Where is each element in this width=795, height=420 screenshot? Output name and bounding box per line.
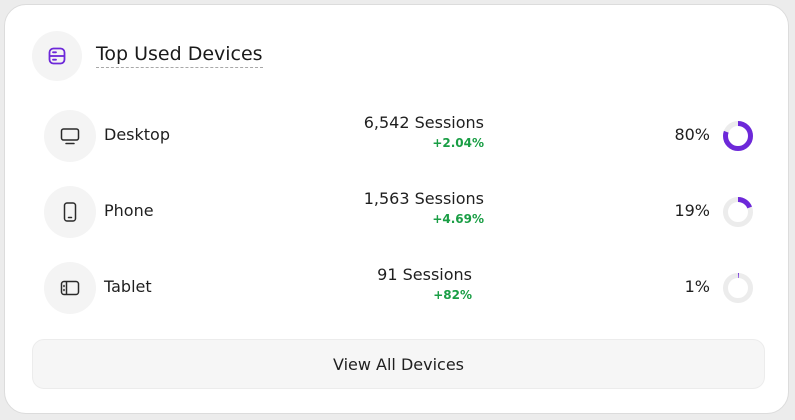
change-percent: +82% bbox=[433, 288, 472, 302]
session-count: 1,563 Sessions bbox=[363, 189, 484, 208]
device-stats: 6,542 Sessions +2.04% bbox=[364, 113, 484, 150]
change-percent: +2.04% bbox=[432, 136, 484, 150]
server-icon bbox=[32, 31, 82, 81]
device-row-tablet: Tablet 91 Sessions +82% 1% bbox=[44, 262, 754, 314]
change-percent: +4.69% bbox=[432, 212, 484, 226]
device-name: Tablet bbox=[104, 277, 152, 296]
share-donut bbox=[723, 273, 753, 303]
share-percent: 1% bbox=[684, 277, 710, 296]
view-all-devices-button[interactable]: View All Devices bbox=[32, 339, 765, 389]
monitor-icon bbox=[44, 110, 96, 162]
top-devices-card: Top Used Devices Desktop 6,542 Sessions … bbox=[4, 4, 789, 414]
share-percent: 80% bbox=[674, 125, 710, 144]
session-count: 91 Sessions bbox=[377, 265, 472, 284]
device-name: Phone bbox=[104, 201, 154, 220]
card-header: Top Used Devices bbox=[32, 31, 263, 81]
device-row-phone: Phone 1,563 Sessions +4.69% 19% bbox=[44, 186, 754, 238]
device-row-desktop: Desktop 6,542 Sessions +2.04% 80% bbox=[44, 110, 754, 162]
share-donut bbox=[723, 197, 753, 227]
share-percent: 19% bbox=[674, 201, 710, 220]
session-count: 6,542 Sessions bbox=[363, 113, 484, 132]
device-stats: 91 Sessions +82% bbox=[377, 265, 472, 302]
device-stats: 1,563 Sessions +4.69% bbox=[364, 189, 484, 226]
tablet-icon bbox=[44, 262, 96, 314]
card-title: Top Used Devices bbox=[96, 43, 263, 68]
donut-track bbox=[723, 273, 753, 303]
share-donut bbox=[723, 121, 753, 151]
device-name: Desktop bbox=[104, 125, 170, 144]
phone-icon bbox=[44, 186, 96, 238]
